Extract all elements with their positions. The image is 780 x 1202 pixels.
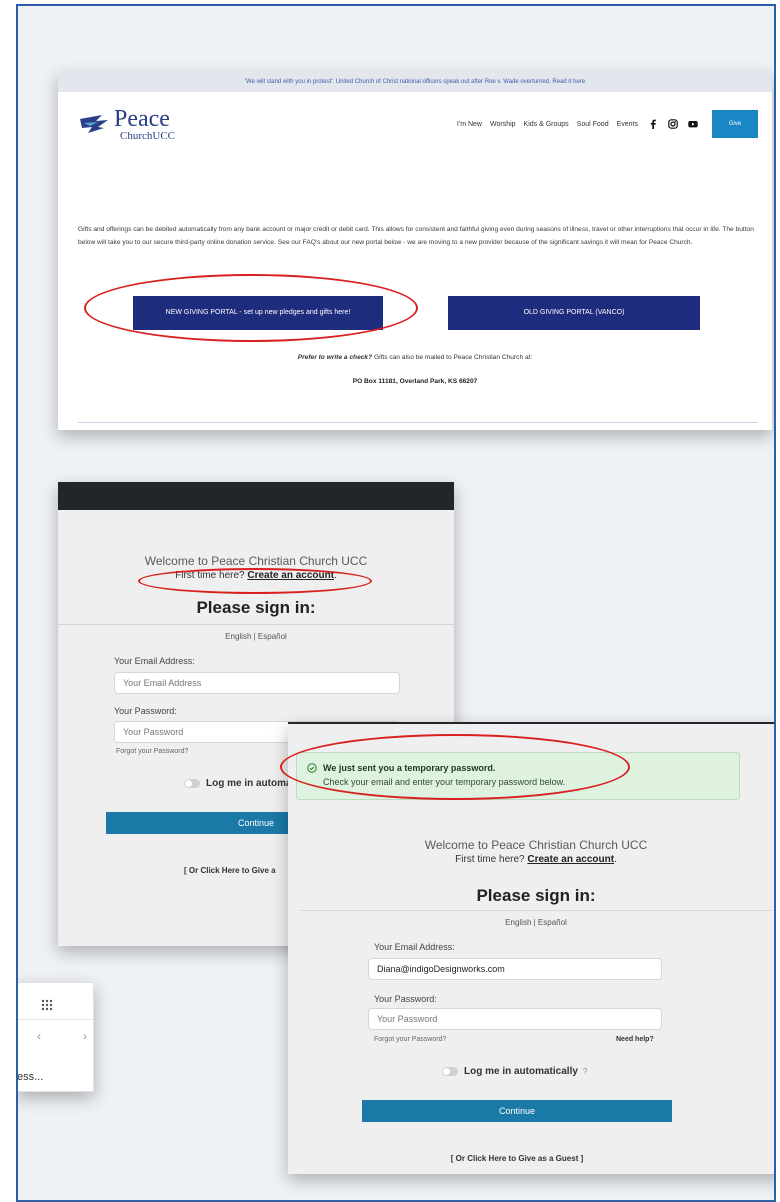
signin-1-topbar — [58, 482, 454, 510]
signin-1-email-label: Your Email Address: — [114, 656, 195, 666]
signin-2-welcome: Welcome to Peace Christian Church UCC — [424, 838, 648, 852]
signin-1-remember-label: Log me in automa — [206, 778, 292, 789]
nav-soul-food[interactable]: Soul Food — [577, 121, 609, 128]
logo-sub-text: ChurchUCC — [120, 129, 175, 142]
signin-2-continue-button[interactable]: Continue — [362, 1100, 672, 1122]
signin-2-create-account-link[interactable]: Create an account — [527, 854, 614, 865]
signin-2-forgot-password-link[interactable]: Forgot your Password? — [374, 1036, 446, 1043]
signin-2-password-label: Your Password: — [374, 994, 437, 1004]
chevron-left-icon[interactable]: ‹ — [37, 1029, 41, 1043]
signin-1-password-label: Your Password: — [114, 706, 177, 716]
instagram-icon[interactable] — [668, 119, 678, 129]
help-circle-icon[interactable]: ? — [583, 1067, 587, 1076]
signin-1-divider — [58, 624, 454, 625]
dove-logo-icon — [80, 115, 108, 133]
signin-2-email-input[interactable] — [368, 958, 662, 980]
signin-2-first-time: First time here? Create an account. — [455, 854, 617, 865]
check-note-bold: Prefer to write a check? — [297, 354, 373, 361]
nav-worship[interactable]: Worship — [490, 121, 516, 128]
chevron-right-icon[interactable]: › — [83, 1029, 87, 1043]
signin-1-first-time-text: First time here? — [175, 570, 245, 581]
signin-2-guest-link[interactable]: [ Or Click Here to Give as a Guest ] — [288, 1154, 746, 1163]
nav-im-new[interactable]: I'm New — [457, 121, 482, 128]
site-nav: Peace ChurchUCC I'm New Worship Kids & G… — [58, 92, 772, 156]
old-giving-portal-button[interactable]: OLD GIVING PORTAL (VANCO) — [448, 296, 700, 330]
signin-2-title: Please sign in: — [476, 886, 596, 905]
signin-2-email-label: Your Email Address: — [374, 942, 455, 952]
website-panel: 'We will stand with you in protest': Uni… — [58, 72, 772, 430]
browser-divider — [18, 1019, 93, 1020]
new-giving-portal-button[interactable]: NEW GIVING PORTAL - set up new pledges a… — [133, 296, 383, 330]
address-fragment: ess... — [17, 1071, 44, 1083]
signin-1-remember-toggle[interactable] — [184, 779, 200, 788]
divider — [78, 422, 758, 423]
signin-2-divider — [300, 910, 772, 911]
give-button[interactable]: Give — [712, 110, 758, 138]
apps-grid-icon[interactable] — [41, 999, 53, 1011]
signin-1-remember-me[interactable]: Log me in automa — [184, 778, 292, 789]
signin-1-forgot-password-link[interactable]: Forgot your Password? — [116, 748, 188, 755]
signin-2-remember-me[interactable]: Log me in automatically ? — [442, 1066, 587, 1077]
signin-1-welcome: Welcome to Peace Christian Church UCC — [144, 554, 368, 568]
nav-kids-groups[interactable]: Kids & Groups — [524, 121, 569, 128]
signin-2-remember-toggle[interactable] — [442, 1067, 458, 1076]
signin-2-language-links[interactable]: English | Español — [288, 918, 774, 927]
signin-2-password-input[interactable] — [368, 1008, 662, 1030]
signin-1-email-input[interactable] — [114, 672, 400, 694]
giving-description: Gifts and offerings can be debited autom… — [78, 226, 754, 246]
nav-events[interactable]: Events — [617, 121, 638, 128]
announcement-banner[interactable]: 'We will stand with you in protest': Uni… — [58, 72, 772, 92]
youtube-icon[interactable] — [688, 119, 698, 129]
facebook-icon[interactable] — [648, 119, 658, 129]
temporary-password-alert: We just sent you a temporary password. C… — [296, 752, 740, 800]
signin-panel-2: We just sent you a temporary password. C… — [288, 722, 774, 1174]
signin-2-need-help-link[interactable]: Need help? — [616, 1036, 654, 1043]
signin-2-remember-label: Log me in automatically — [464, 1066, 578, 1077]
signin-1-create-account-link[interactable]: Create an account — [247, 570, 334, 581]
check-note-text: Gifts can also be mailed to Peace Christ… — [372, 354, 533, 361]
signin-2-first-time-text: First time here? — [455, 854, 525, 865]
check-note: Prefer to write a check? Gifts can also … — [58, 354, 772, 361]
site-logo[interactable]: Peace ChurchUCC — [78, 107, 175, 142]
check-circle-icon — [307, 763, 317, 773]
screenshot-frame: 'We will stand with you in protest': Uni… — [16, 4, 776, 1202]
signin-1-title: Please sign in: — [196, 598, 316, 617]
signin-1-language-links[interactable]: English | Español — [58, 632, 454, 641]
logo-main-text: Peace — [114, 105, 170, 132]
alert-title: We just sent you a temporary password. — [323, 763, 496, 773]
mailing-address: PO Box 11181, Overland Park, KS 66207 — [352, 378, 478, 385]
signin-1-first-time: First time here? Create an account. — [175, 570, 337, 581]
alert-body: Check your email and enter your temporar… — [323, 777, 566, 787]
browser-fragment: ‹ › ess... — [17, 982, 94, 1092]
